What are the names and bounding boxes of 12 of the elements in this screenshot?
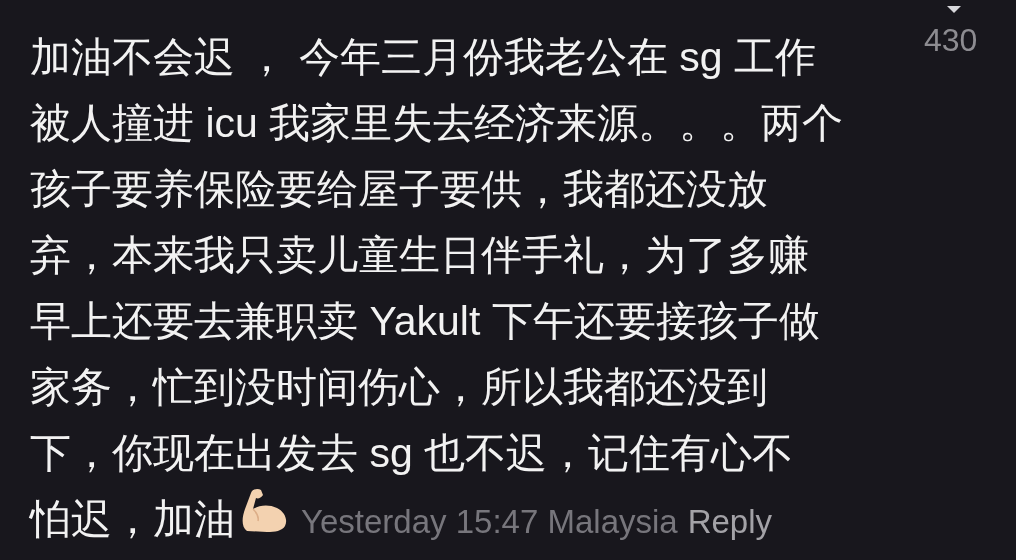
like-count: 430 xyxy=(924,21,978,60)
comment-text: 孩子要养保险要给屋子要供，我都还没放 xyxy=(30,165,769,214)
comment-text: 加油不会迟 ， 今年三月份我老公在 sg 工作 xyxy=(30,33,817,82)
comment-text: 怕迟，加油 xyxy=(30,495,235,544)
timestamp: Yesterday 15:47 Malaysia xyxy=(301,502,678,542)
comment-text: 早上还要去兼职卖 Yakult 下午还要接孩子做 xyxy=(30,297,821,346)
comment-text: 家务，忙到没时间伤心，所以我都还没到 xyxy=(30,363,769,412)
triangle-icon[interactable] xyxy=(947,6,961,14)
reply-link[interactable]: Reply xyxy=(687,489,773,555)
comment-text: 弃，本来我只卖儿童生日伴手礼，为了多赚 xyxy=(30,231,810,280)
comment-text: 下，你现在出发去 sg 也不迟，记住有心不 xyxy=(30,429,795,478)
comment-text: 被人撞进 icu 我家里失去经济来源。。。两个 xyxy=(30,99,845,148)
